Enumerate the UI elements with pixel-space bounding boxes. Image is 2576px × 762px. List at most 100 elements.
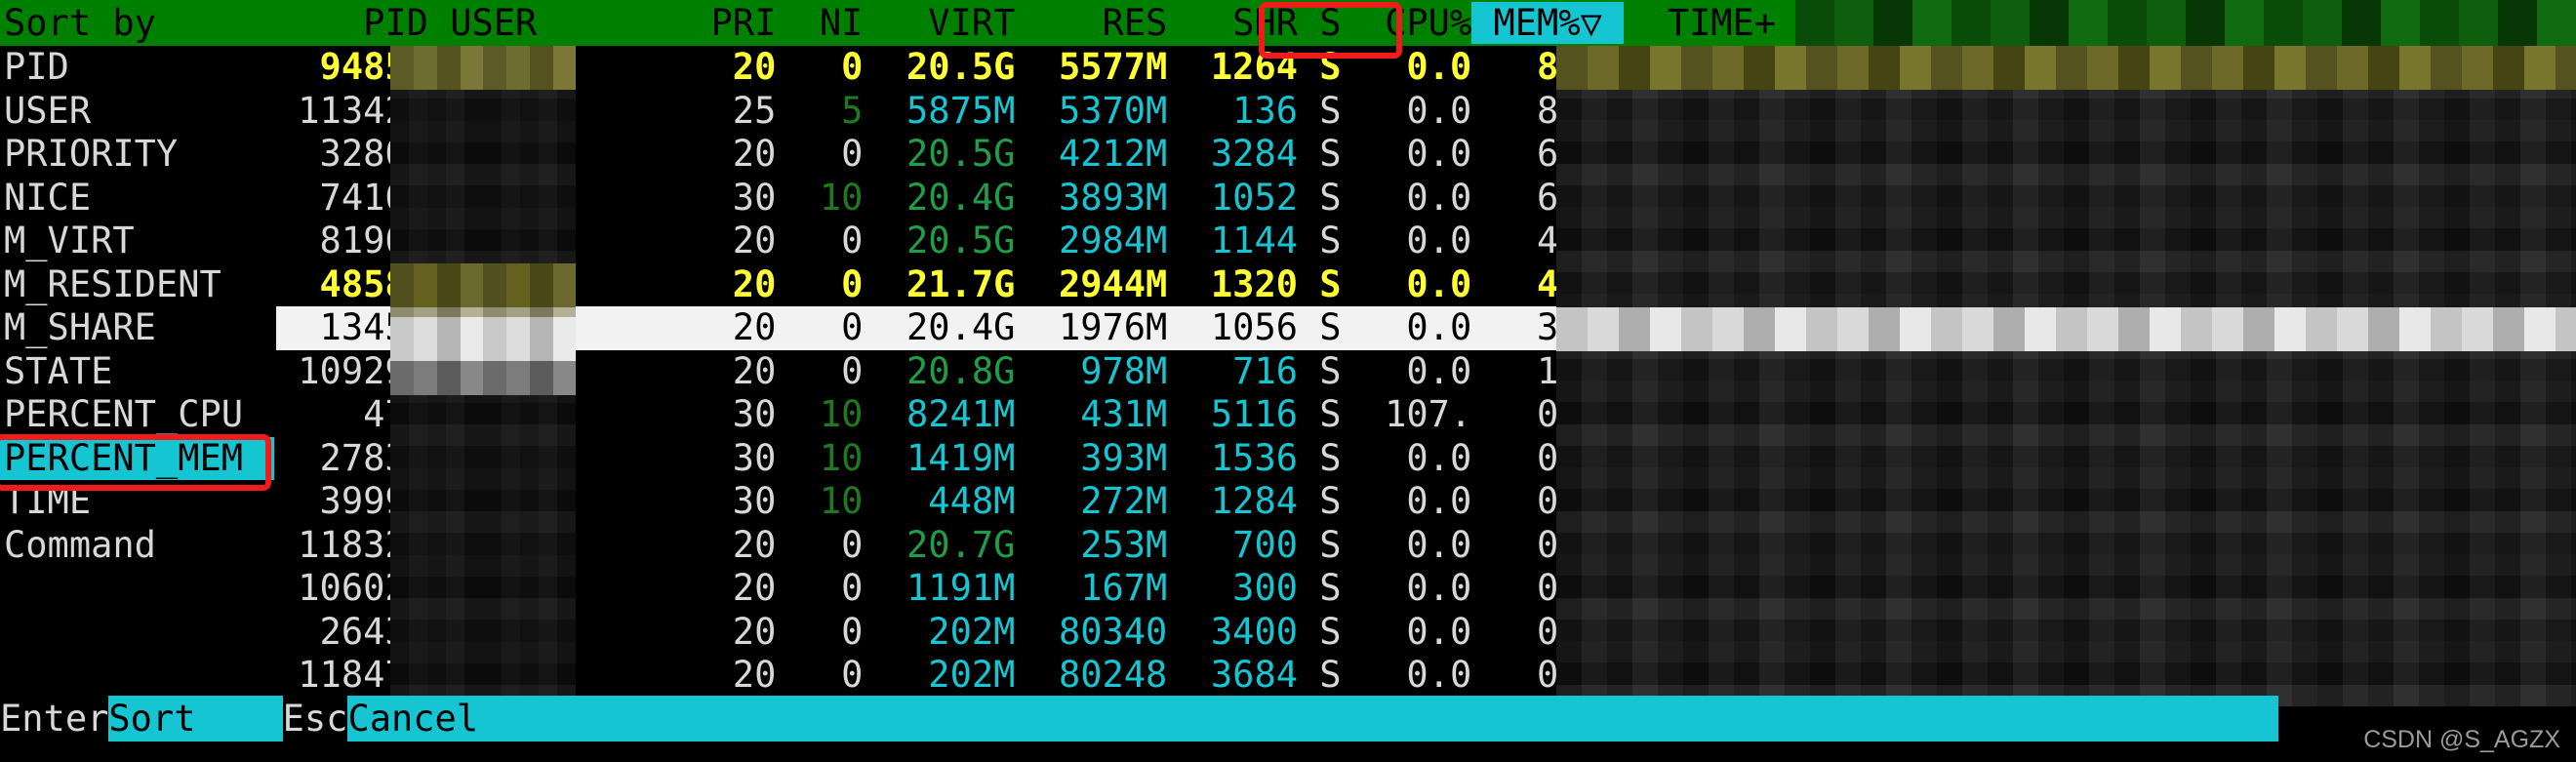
cell-ni: 0 — [776, 567, 863, 609]
cell-command: j — [1820, 350, 1864, 392]
cell-mem: 1.5 — [1471, 350, 1602, 392]
cell-mem: 4.6 — [1471, 220, 1602, 261]
process-table: PID USER PRI NI VIRT RES SHR S CPU% MEM%… — [276, 0, 2576, 706]
cell-user — [428, 350, 689, 392]
sort-by-item-time[interactable]: TIME — [0, 480, 276, 524]
sort-by-item-m-share[interactable]: M_SHARE — [0, 306, 276, 350]
sort-by-item-percent-cpu[interactable]: PERCENT_CPU — [0, 393, 276, 437]
sort-by-item-state[interactable]: STATE — [0, 350, 276, 394]
sort-by-item-priority[interactable]: PRIORITY — [0, 133, 276, 177]
cell-shr: 1284 — [1167, 480, 1298, 522]
cell-ni: 0 — [776, 133, 863, 175]
cell-shr: 3400 — [1167, 611, 1298, 653]
col-header-pid[interactable]: PID — [276, 2, 428, 44]
cell-pid: 81969 — [276, 220, 428, 261]
cell-res: 80248 — [1015, 654, 1167, 696]
process-row[interactable]: 39990 c 30 10 448M 272M 1284 S 0.0 0.4 6… — [276, 480, 2576, 524]
sort-by-item-nice[interactable]: NICE — [0, 177, 276, 221]
process-table-header[interactable]: PID USER PRI NI VIRT RES SHR S CPU% MEM%… — [276, 0, 2576, 46]
process-row[interactable]: 13454 20 0 20.4G 1976M 1056 S 0.0 3.1 5:… — [276, 306, 2576, 350]
col-header-command[interactable]: Command — [1776, 2, 1971, 44]
process-row[interactable]: 113422 25 5 5875M 5370M 136 S 0.0 8.4 1:… — [276, 90, 2576, 134]
cell-shr: 1056 — [1167, 306, 1298, 348]
process-row[interactable]: 81969 20 0 20.5G 2984M 1144 S 0.0 4.6 28… — [276, 220, 2576, 263]
status-key-cancel[interactable]: Esc — [283, 696, 348, 742]
cell-time: 20:01.96 — [1602, 133, 1820, 175]
cell-virt: 202M — [863, 611, 1015, 653]
cell-pid: 39990 — [276, 480, 428, 522]
cell-mem: 0.3 — [1471, 567, 1602, 609]
cell-virt: 20.8G — [863, 350, 1015, 392]
process-row[interactable]: 118321 20 0 20.7G 253M 700 S 0.0 0.4 3:3… — [276, 524, 2576, 568]
cell-command — [1820, 90, 1841, 132]
sort-by-item-m-virt[interactable]: M_VIRT — [0, 220, 276, 263]
status-action-cancel[interactable]: Cancel — [347, 696, 521, 742]
cell-cpu: 0.0 — [1342, 177, 1472, 219]
process-row[interactable]: 106023 20 0 1191M 167M 300 S 0.0 0.3 1:3… — [276, 567, 2576, 611]
col-header-user[interactable]: USER — [428, 2, 689, 44]
cell-command: / — [1820, 654, 1864, 696]
col-header-mem[interactable]: MEM%▽ — [1471, 2, 1624, 44]
cell-pri: 20 — [689, 611, 776, 653]
cell-state: S — [1298, 177, 1342, 219]
cell-time: 1:08.10 — [1602, 90, 1820, 132]
cell-pri: 30 — [689, 437, 776, 479]
cell-user — [428, 133, 689, 175]
cell-time: 3:36.84 — [1602, 524, 1820, 566]
process-table-rows[interactable]: 94858 20 0 20.5G 5577M 1264 S 0.0 8.7 19… — [276, 46, 2576, 698]
cell-pri: 20 — [689, 220, 776, 261]
sort-by-item-percent-mem[interactable]: PERCENT_MEM — [0, 437, 274, 481]
cell-res: 1976M — [1015, 306, 1167, 348]
cell-cpu: 0.0 — [1342, 437, 1472, 479]
htop-screen: Sort by PIDUSERPRIORITYNICEM_VIRTM_RESID… — [0, 0, 2576, 762]
cell-mem: 6.1 — [1471, 177, 1602, 219]
cell-pri: 25 — [689, 90, 776, 132]
cell-user — [428, 567, 689, 609]
process-row[interactable]: 74164 30 10 20.4G 3893M 1052 S 0.0 6.1 9… — [276, 177, 2576, 221]
cell-ni: 0 — [776, 46, 863, 88]
sort-by-item-user[interactable]: USER — [0, 90, 276, 134]
col-header-cpu[interactable]: CPU% — [1342, 2, 1472, 44]
status-key-sort[interactable]: Enter — [0, 696, 108, 742]
cell-shr: 1320 — [1167, 263, 1298, 305]
col-header-res[interactable]: RES — [1015, 2, 1167, 44]
cell-pid: 26435 — [276, 611, 428, 653]
status-action-sort[interactable]: Sort — [108, 696, 282, 742]
cell-virt: 1191M — [863, 567, 1015, 609]
cell-command — [1820, 177, 1841, 219]
cell-mem: 0.7 — [1471, 393, 1602, 435]
status-bar[interactable]: EnterSort EscCancel — [0, 696, 2576, 742]
process-row[interactable]: 94858 20 0 20.5G 5577M 1264 S 0.0 8.7 19… — [276, 46, 2576, 90]
cell-time: 29:10.44 — [1602, 654, 1820, 696]
col-header-pri[interactable]: PRI — [689, 2, 776, 44]
cell-cpu: 0.0 — [1342, 90, 1472, 132]
cell-pid: 74164 — [276, 177, 428, 219]
cell-virt: 20.5G — [863, 133, 1015, 175]
col-header-ni[interactable]: NI — [776, 2, 863, 44]
cell-user — [428, 263, 689, 305]
cell-cpu: 0.0 — [1342, 263, 1472, 305]
process-row[interactable]: 118471 20 0 202M 80248 3684 S 0.0 0.1 29… — [276, 654, 2576, 698]
col-header-virt[interactable]: VIRT — [863, 2, 1015, 44]
cell-ni: 0 — [776, 350, 863, 392]
cell-shr: 716 — [1167, 350, 1298, 392]
process-row[interactable]: 109294 20 0 20.8G 978M 716 S 0.0 1.5 9:2… — [276, 350, 2576, 394]
sort-by-item-m-resident[interactable]: M_RESIDENT — [0, 263, 276, 307]
sort-by-item-command[interactable]: Command — [0, 524, 276, 568]
cell-mem: 3.1 — [1471, 306, 1602, 348]
col-header-time[interactable]: TIME+ — [1624, 2, 1776, 44]
sort-by-item-pid[interactable]: PID — [0, 46, 276, 90]
cell-time: 19:05.89 — [1602, 46, 1820, 88]
cell-ni: 0 — [776, 611, 863, 653]
cell-ni: 10 — [776, 177, 863, 219]
cell-state: S — [1298, 350, 1342, 392]
process-row[interactable]: 48589 20 0 21.7G 2944M 1320 S 0.0 4.6 23… — [276, 263, 2576, 307]
process-row[interactable]: 473 30 10 8241M 431M 5116 S 107. 0.7 6h5… — [276, 393, 2576, 437]
cell-virt: 448M — [863, 480, 1015, 522]
col-header-shr[interactable]: SHR — [1167, 2, 1298, 44]
process-row[interactable]: 32805 20 0 20.5G 4212M 3284 S 0.0 6.6 20… — [276, 133, 2576, 177]
process-row[interactable]: 26435 20 0 202M 80340 3400 S 0.0 0.1 24:… — [276, 611, 2576, 655]
col-header-state[interactable]: S — [1298, 2, 1342, 44]
process-row[interactable]: 27830 30 10 1419M 393M 1536 S 0.0 0.6 3:… — [276, 437, 2576, 481]
sort-by-list[interactable]: PIDUSERPRIORITYNICEM_VIRTM_RESIDENTM_SHA… — [0, 46, 276, 567]
